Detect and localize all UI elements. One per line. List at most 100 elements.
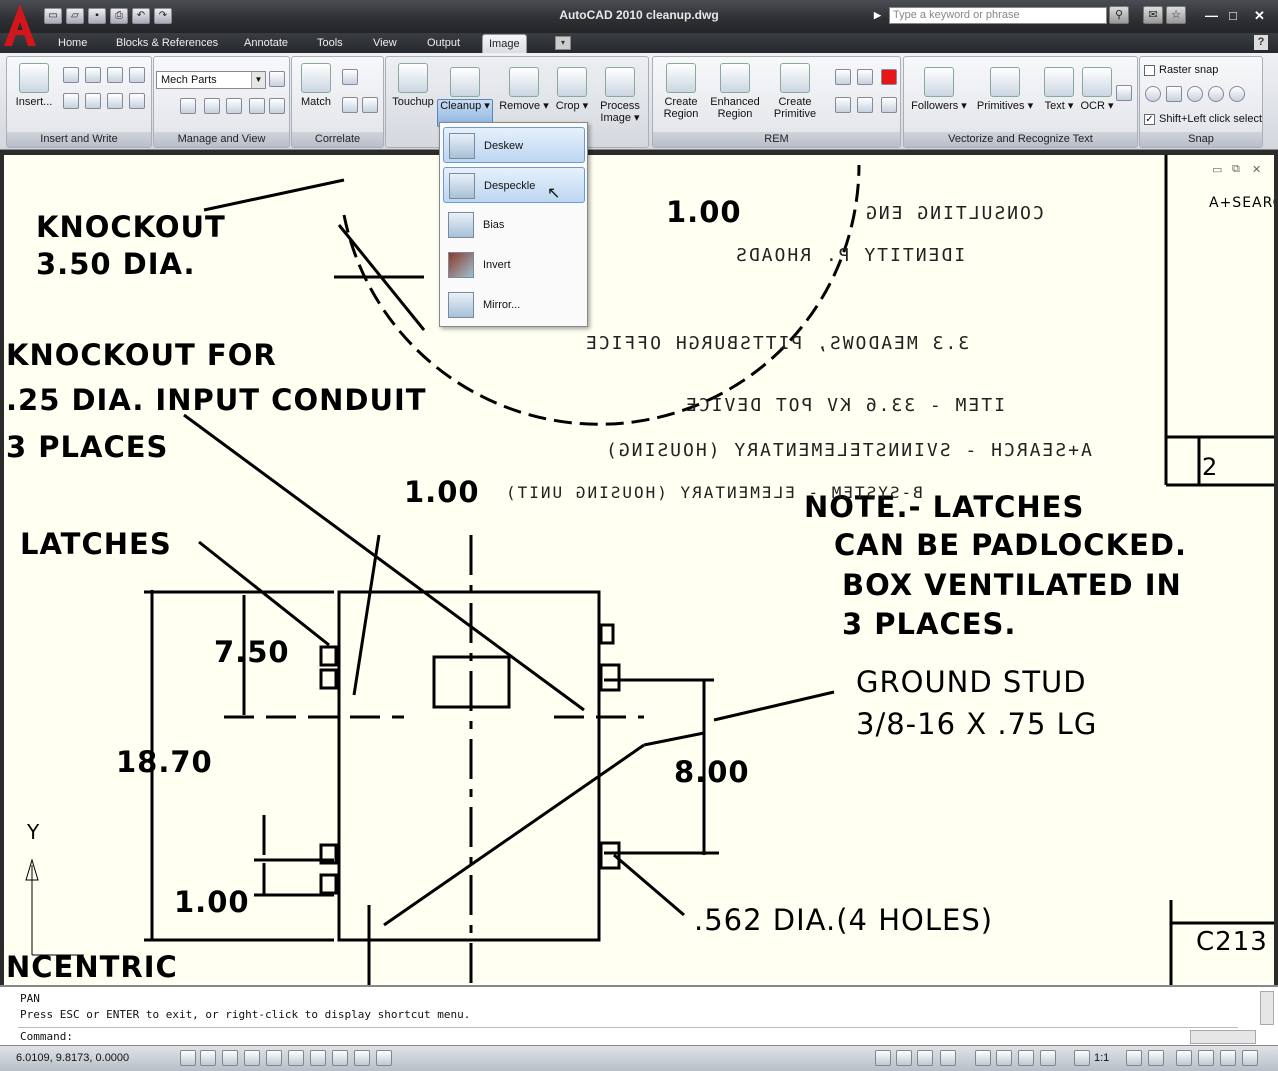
- search-input[interactable]: Type a keyword or phrase: [889, 7, 1107, 24]
- lineweight-icon[interactable]: [376, 1050, 392, 1066]
- help-icon[interactable]: ?: [1254, 35, 1268, 50]
- ocr-button[interactable]: OCR ▾: [1078, 67, 1116, 112]
- steering-wheel-icon[interactable]: [1018, 1050, 1034, 1066]
- edit-icon[interactable]: [226, 98, 242, 114]
- cleanup-button[interactable]: Cleanup ▾: [440, 67, 490, 112]
- object-snap-tracking-icon[interactable]: [310, 1050, 326, 1066]
- remove-button[interactable]: Remove ▾: [498, 67, 550, 112]
- followers-button[interactable]: Followers ▾: [908, 67, 970, 112]
- insert-button[interactable]: Insert...: [11, 63, 57, 108]
- expand-arrow-icon[interactable]: ▶: [874, 10, 881, 21]
- save-image-icon[interactable]: [85, 67, 101, 83]
- annotation-scale-icon[interactable]: [1074, 1050, 1090, 1066]
- ortho-mode-icon[interactable]: [222, 1050, 238, 1066]
- quick-view-layouts-icon[interactable]: [917, 1050, 933, 1066]
- clean-screen-icon[interactable]: [1242, 1050, 1258, 1066]
- quick-view-drawings-icon[interactable]: [940, 1050, 956, 1066]
- search-icon[interactable]: ⚲: [1109, 6, 1129, 24]
- rem-stop-icon[interactable]: [881, 69, 897, 85]
- maximize-icon[interactable]: □: [1229, 8, 1237, 23]
- show-icon[interactable]: [180, 98, 196, 114]
- snap-mid-icon[interactable]: [1166, 86, 1182, 102]
- viewport-restore-icon[interactable]: ⧉: [1232, 163, 1240, 176]
- correlate-icon[interactable]: [342, 69, 358, 85]
- viewport-minimize-icon[interactable]: ▭: [1212, 163, 1222, 176]
- image-combo[interactable]: Mech Parts ▼: [156, 71, 266, 89]
- undo-icon[interactable]: ↶: [132, 8, 150, 24]
- create-primitive-button[interactable]: Create Primitive: [765, 63, 825, 120]
- print-icon[interactable]: ⎙: [110, 8, 128, 24]
- tab-annotate[interactable]: Annotate: [238, 34, 294, 53]
- frame-icon[interactable]: [249, 98, 265, 114]
- menu-item-invert[interactable]: Invert: [443, 247, 585, 283]
- tab-home[interactable]: Home: [52, 34, 93, 53]
- rubbersheet-icon[interactable]: [362, 97, 378, 113]
- menu-item-mirror[interactable]: Mirror...: [443, 287, 585, 323]
- process-image-button[interactable]: Process Image ▾: [594, 67, 646, 124]
- write-icon[interactable]: [63, 67, 79, 83]
- annotation-visibility-icon[interactable]: [1126, 1050, 1142, 1066]
- annotation-scale-value[interactable]: 1:1: [1094, 1052, 1109, 1064]
- tab-blocks-references[interactable]: Blocks & References: [110, 34, 224, 53]
- grid-mode-icon[interactable]: [200, 1050, 216, 1066]
- snap-end-icon[interactable]: [1145, 86, 1161, 102]
- autocad-logo-icon[interactable]: [2, 2, 38, 48]
- ribbon-minimize-icon[interactable]: ▾: [555, 36, 571, 50]
- crop-button[interactable]: Crop ▾: [552, 67, 592, 112]
- redo-icon[interactable]: ↷: [154, 8, 172, 24]
- viewport-close-icon[interactable]: ✕: [1252, 163, 1261, 176]
- object-snap-icon[interactable]: [266, 1050, 282, 1066]
- image-settings-icon[interactable]: [129, 67, 145, 83]
- snap-tangent-icon[interactable]: [1229, 86, 1245, 102]
- menu-item-despeckle[interactable]: Despeckle ↖: [443, 167, 585, 203]
- detach-icon[interactable]: [85, 93, 101, 109]
- chevron-down-icon[interactable]: ▼: [251, 72, 265, 88]
- new-icon[interactable]: ▭: [44, 8, 62, 24]
- communication-center-icon[interactable]: ✉: [1143, 6, 1163, 24]
- create-region-button[interactable]: Create Region: [655, 63, 707, 120]
- 3d-object-snap-icon[interactable]: [288, 1050, 304, 1066]
- zoom-icon[interactable]: [996, 1050, 1012, 1066]
- rem-copy-icon[interactable]: [835, 97, 851, 113]
- rem-edit-icon[interactable]: [857, 69, 873, 85]
- dynamic-input-icon[interactable]: [354, 1050, 370, 1066]
- shift-select-checkbox[interactable]: ✓: [1144, 114, 1155, 125]
- layout-icon[interactable]: [896, 1050, 912, 1066]
- raster-snap-checkbox[interactable]: [1144, 65, 1155, 76]
- transform-icon[interactable]: [342, 97, 358, 113]
- tab-image[interactable]: Image: [482, 34, 527, 53]
- primitives-button[interactable]: Primitives ▾: [970, 67, 1040, 112]
- touchup-button[interactable]: Touchup: [390, 63, 436, 108]
- open-icon[interactable]: ▱: [66, 8, 84, 24]
- drawing-canvas[interactable]: KNOCKOUT 3.50 DIA. KNOCKOUT FOR .25 DIA.…: [4, 155, 1274, 985]
- rem-tool-icon[interactable]: [835, 69, 851, 85]
- close-icon[interactable]: ✕: [1254, 8, 1265, 24]
- text-button[interactable]: Text ▾: [1040, 67, 1078, 112]
- hide-icon[interactable]: [204, 98, 220, 114]
- showmotion-icon[interactable]: [1040, 1050, 1056, 1066]
- command-hscrollbar[interactable]: [1190, 1030, 1256, 1044]
- model-space-icon[interactable]: [875, 1050, 891, 1066]
- rem-move-icon[interactable]: [881, 97, 897, 113]
- vectorize-settings-icon[interactable]: [1116, 85, 1132, 101]
- polar-tracking-icon[interactable]: [244, 1050, 260, 1066]
- auto-scale-icon[interactable]: [1148, 1050, 1164, 1066]
- tab-tools[interactable]: Tools: [311, 34, 349, 53]
- reload-icon[interactable]: [107, 93, 123, 109]
- menu-item-deskew[interactable]: Deskew: [443, 127, 585, 163]
- save-icon[interactable]: ▪: [88, 8, 106, 24]
- pan-icon[interactable]: [975, 1050, 991, 1066]
- dynamic-ucs-icon[interactable]: [332, 1050, 348, 1066]
- match-button[interactable]: Match: [298, 63, 334, 108]
- workspace-switching-icon[interactable]: [1176, 1050, 1192, 1066]
- snap-quad-icon[interactable]: [1208, 86, 1224, 102]
- favorites-icon[interactable]: ☆: [1166, 6, 1186, 24]
- snap-center-icon[interactable]: [1187, 86, 1203, 102]
- snap-mode-icon[interactable]: [180, 1050, 196, 1066]
- export-icon[interactable]: [107, 67, 123, 83]
- status-menu-icon[interactable]: [1220, 1050, 1236, 1066]
- tab-output[interactable]: Output: [421, 34, 466, 53]
- enhanced-region-button[interactable]: Enhanced Region: [708, 63, 762, 120]
- image-list-icon[interactable]: [269, 71, 285, 87]
- transparency-icon[interactable]: [269, 98, 285, 114]
